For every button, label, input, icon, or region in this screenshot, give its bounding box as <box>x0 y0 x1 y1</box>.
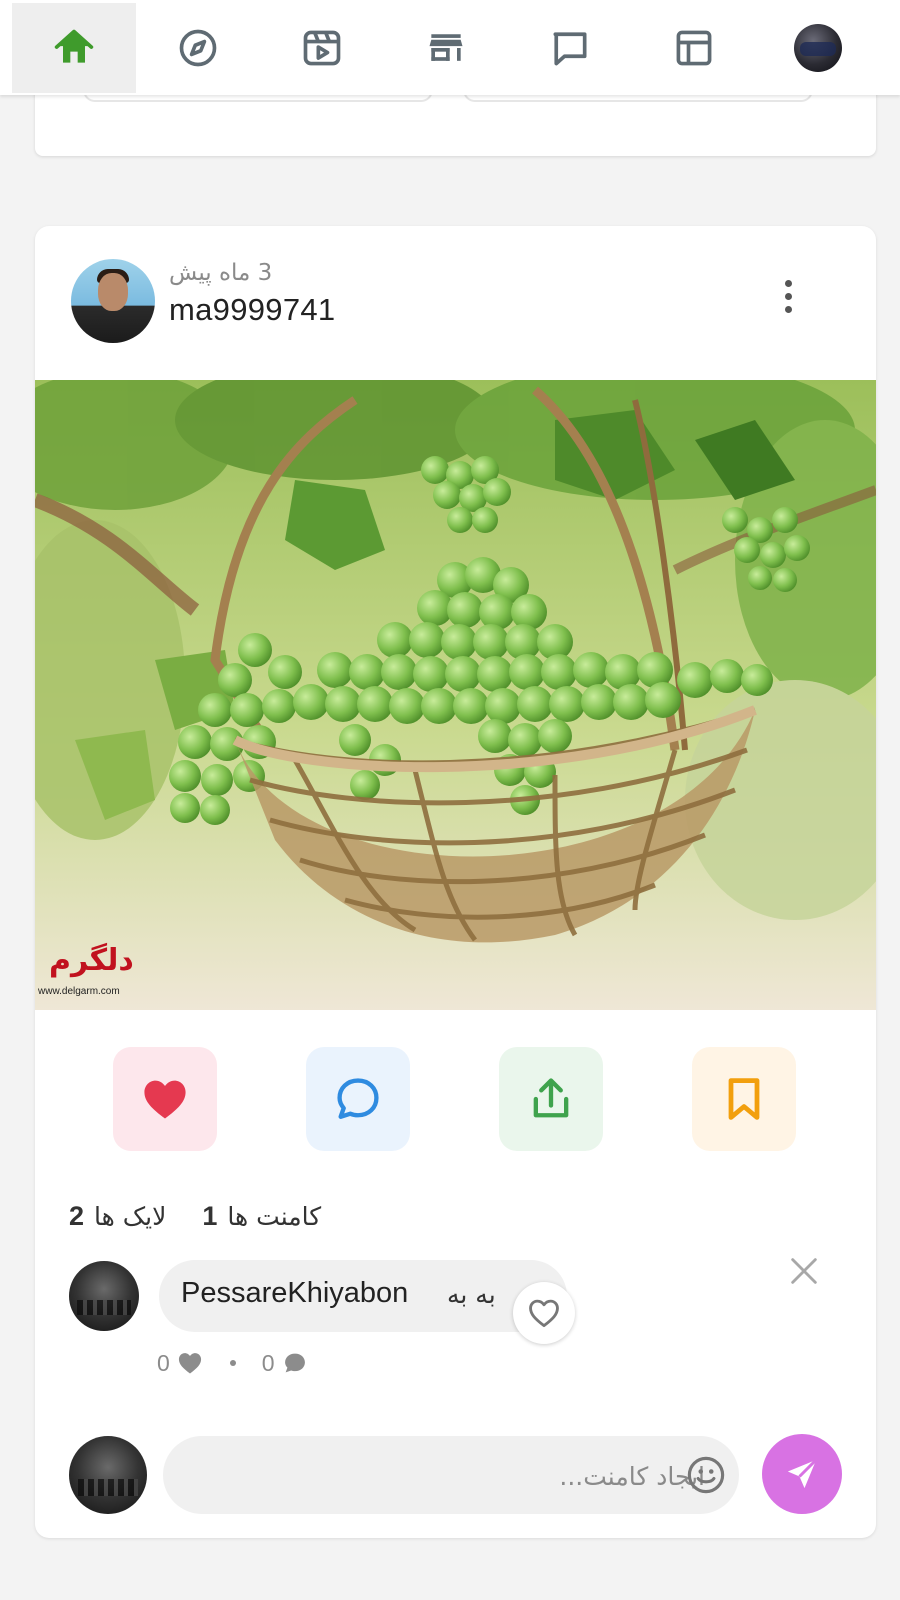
chat-icon <box>553 32 587 66</box>
comment-replies-count: 0 <box>261 1349 275 1376</box>
nav-store[interactable] <box>384 3 508 93</box>
send-button[interactable] <box>762 1434 842 1514</box>
comment-input[interactable] <box>223 1436 707 1516</box>
commenter-avatar[interactable] <box>69 1261 139 1331</box>
author-avatar[interactable] <box>71 259 155 343</box>
more-options-button[interactable] <box>770 266 806 326</box>
bookmark-button[interactable] <box>692 1047 796 1151</box>
send-icon <box>787 1458 818 1489</box>
svg-text:دلگرم: دلگرم <box>49 942 134 978</box>
post-image[interactable]: دلگرم www.delgarm.com <box>35 380 876 1010</box>
comments-label: کامنت ها <box>227 1201 322 1231</box>
grape-basket-photo: دلگرم <box>35 380 876 1010</box>
comment-username[interactable]: PessareKhiyabon <box>181 1277 408 1310</box>
post-author-username[interactable]: ma9999741 <box>169 292 335 328</box>
comment-likes-count: 0 <box>157 1349 170 1376</box>
nav-explore[interactable] <box>136 3 260 93</box>
nav-videos[interactable] <box>260 3 384 93</box>
nav-profile[interactable] <box>756 3 880 93</box>
more-dot <box>784 305 792 313</box>
home-icon <box>54 29 94 63</box>
comment-composer <box>163 1436 739 1516</box>
comments-stat[interactable]: 1 کامنت ها <box>202 1201 321 1232</box>
reply-bubble-icon[interactable] <box>281 1349 309 1377</box>
comments-count: 1 <box>202 1200 218 1231</box>
post-stats: 2 لایک ها 1 کامنت ها <box>69 1196 321 1236</box>
share-icon <box>533 1078 569 1118</box>
video-icon <box>303 30 341 66</box>
post-timestamp: 3 ماه پیش <box>169 260 273 286</box>
comment-button[interactable] <box>306 1047 410 1151</box>
emoji-icon[interactable] <box>685 1454 727 1496</box>
separator-dot <box>229 1360 236 1366</box>
nav-messages[interactable] <box>508 3 632 93</box>
avatar <box>794 24 842 72</box>
watermark-logo: دلگرم <box>49 942 134 978</box>
heart-icon[interactable] <box>176 1349 204 1377</box>
comment-icon <box>337 1078 379 1119</box>
layout-icon <box>676 30 712 66</box>
top-navigation <box>0 0 900 95</box>
nav-home[interactable] <box>12 3 136 93</box>
heart-outline-icon <box>529 1299 559 1328</box>
close-icon[interactable] <box>787 1254 821 1288</box>
heart-icon <box>144 1080 186 1119</box>
store-icon <box>429 34 463 61</box>
watermark-url: www.delgarm.com <box>38 986 120 997</box>
like-button[interactable] <box>113 1047 217 1151</box>
comment-bubble: PessareKhiyabon به به <box>159 1260 567 1332</box>
comment-like-button[interactable] <box>513 1282 575 1344</box>
more-dot <box>784 279 792 287</box>
current-user-avatar[interactable] <box>69 1436 147 1514</box>
bookmark-icon <box>728 1078 760 1120</box>
likes-label: لایک ها <box>94 1201 167 1231</box>
share-button[interactable] <box>499 1047 603 1151</box>
comment-text: به به <box>447 1280 496 1309</box>
avatar-face <box>98 273 128 311</box>
more-dot <box>784 292 792 300</box>
post-card: 3 ماه پیش ma9999741 دلگرم www.delgarm.co… <box>35 226 876 1538</box>
likes-count: 2 <box>69 1200 85 1231</box>
comment-meta: 0 0 <box>157 1346 309 1380</box>
compass-icon <box>179 29 217 67</box>
nav-layout[interactable] <box>632 3 756 93</box>
likes-stat[interactable]: 2 لایک ها <box>69 1201 166 1232</box>
